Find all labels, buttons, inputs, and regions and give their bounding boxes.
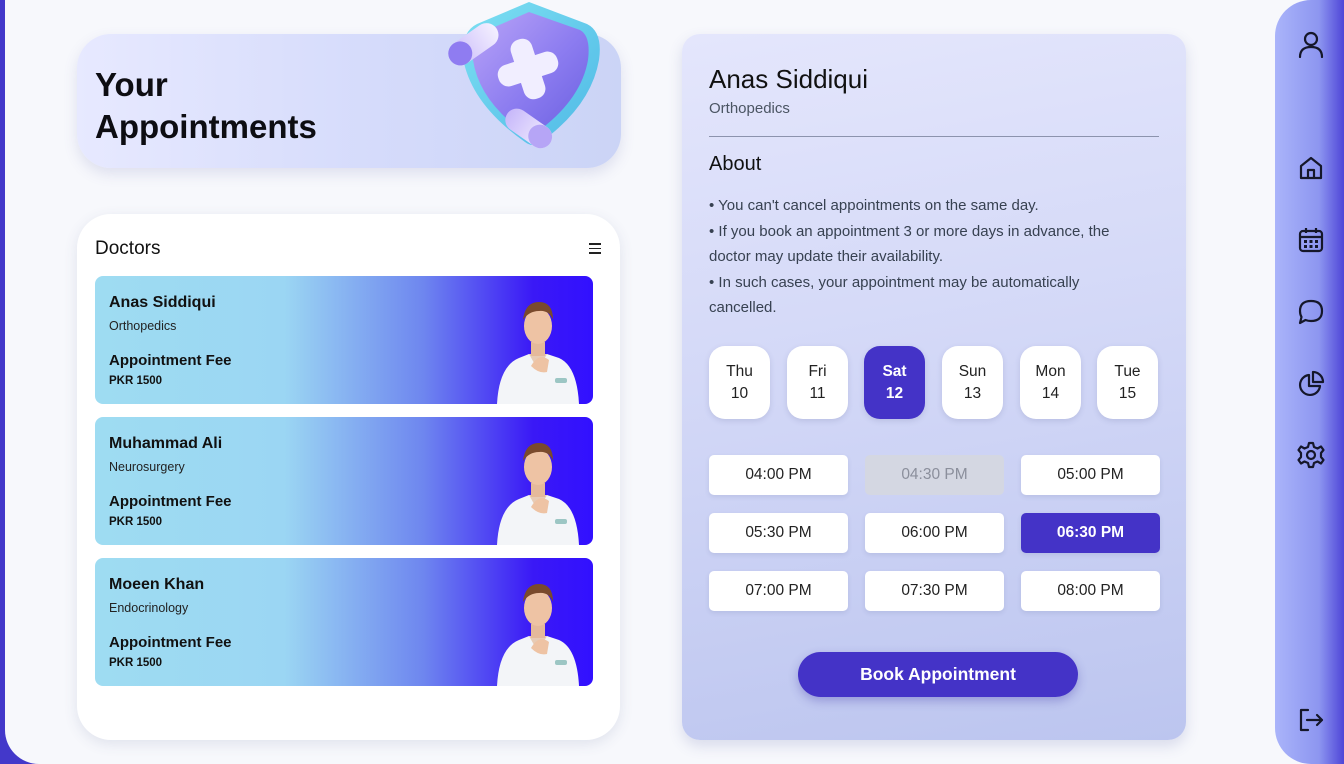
divider	[709, 136, 1159, 137]
settings-icon[interactable]	[1297, 441, 1325, 469]
about-heading: About	[709, 153, 762, 175]
date-option-tue[interactable]: Tue 15	[1097, 346, 1158, 419]
date-option-mon[interactable]: Mon 14	[1020, 346, 1081, 419]
doctor-photo	[497, 302, 579, 404]
page-title-line-1: Your	[95, 66, 168, 103]
time-slot[interactable]: 05:00 PM	[1021, 455, 1160, 495]
doctor-specialty: Orthopedics	[109, 319, 177, 333]
date-day: Sun	[958, 363, 987, 380]
fee-value: PKR 1500	[109, 657, 163, 669]
date-option-sun[interactable]: Sun 13	[942, 346, 1003, 419]
calendar-icon[interactable]	[1297, 226, 1325, 254]
time-slot[interactable]: 07:00 PM	[709, 571, 848, 611]
fee-value: PKR 1500	[109, 516, 163, 528]
doctor-specialty: Endocrinology	[109, 601, 189, 615]
time-slot-unavailable[interactable]: 04:30 PM	[865, 455, 1004, 495]
date-day: Thu	[726, 363, 753, 380]
date-number: 10	[730, 385, 749, 402]
about-line: • If you book an appointment 3 or more d…	[709, 222, 1110, 266]
book-appointment-button[interactable]: Book Appointment	[798, 652, 1078, 697]
user-icon[interactable]	[1297, 30, 1325, 58]
page-title: Your Appointments	[95, 64, 395, 148]
doctor-card[interactable]: Moeen Khan Endocrinology Appointment Fee…	[95, 558, 593, 686]
doctor-photo	[497, 584, 579, 686]
doctor-name: Anas Siddiqui	[109, 294, 216, 311]
date-option-sat[interactable]: Sat 12	[864, 346, 925, 419]
doctor-card[interactable]: Anas Siddiqui Orthopedics Appointment Fe…	[95, 276, 593, 404]
date-number: 14	[1041, 385, 1060, 402]
fee-label: Appointment Fee	[109, 352, 232, 369]
doctor-detail-panel: Anas Siddiqui Orthopedics About • You ca…	[682, 34, 1186, 740]
fee-value: PKR 1500	[109, 375, 163, 387]
about-line: • In such cases, your appointment may be…	[709, 273, 1080, 317]
time-slot[interactable]: 08:00 PM	[1021, 571, 1160, 611]
date-day: Sat	[882, 363, 907, 380]
date-picker: Thu 10 Fri 11 Sat 12 Sun 13 Mon 14 Tue 1…	[709, 346, 1161, 419]
date-option-fri[interactable]: Fri 11	[787, 346, 848, 419]
time-slot[interactable]: 04:00 PM	[709, 455, 848, 495]
fee-label: Appointment Fee	[109, 493, 232, 510]
selected-doctor-name: Anas Siddiqui	[709, 64, 868, 94]
logout-icon[interactable]	[1297, 706, 1325, 734]
chat-icon[interactable]	[1297, 298, 1325, 326]
selected-doctor-specialty: Orthopedics	[709, 100, 790, 117]
date-number: 13	[963, 385, 982, 402]
time-slot[interactable]: 07:30 PM	[865, 571, 1004, 611]
doctor-photo	[497, 443, 579, 545]
right-sidebar	[1275, 0, 1344, 764]
doctor-name: Muhammad Ali	[109, 435, 223, 452]
date-day: Tue	[1114, 363, 1141, 380]
time-slot-selected[interactable]: 06:30 PM	[1021, 513, 1160, 553]
about-text: • You can't cancel appointments on the s…	[709, 193, 1149, 321]
doctor-card[interactable]: Muhammad Ali Neurosurgery Appointment Fe…	[95, 417, 593, 545]
date-number: 15	[1118, 385, 1137, 402]
fee-label: Appointment Fee	[109, 634, 232, 651]
doctors-panel: Doctors Anas Siddiqui Orthopedics Appoin…	[77, 214, 620, 740]
time-slot[interactable]: 05:30 PM	[709, 513, 848, 553]
date-day: Fri	[808, 363, 827, 380]
doctors-panel-title: Doctors	[95, 238, 161, 259]
doctor-name: Moeen Khan	[109, 576, 205, 593]
date-number: 12	[885, 385, 904, 402]
appointments-header-card: Your Appointments	[77, 2, 621, 168]
date-day: Mon	[1035, 363, 1066, 380]
page-title-line-2: Appointments	[95, 108, 317, 145]
time-slot-grid: 04:00 PM 04:30 PM 05:00 PM 05:30 PM 06:0…	[709, 455, 1161, 615]
date-number: 11	[809, 385, 826, 402]
app-window: Your Appointments Doctors Anas Siddiqui …	[5, 0, 1344, 764]
about-line: • You can't cancel appointments on the s…	[709, 197, 1039, 214]
doctor-specialty: Neurosurgery	[109, 460, 185, 474]
home-icon[interactable]	[1297, 154, 1325, 182]
menu-icon[interactable]	[589, 243, 601, 254]
medical-shield-illustration	[448, 2, 600, 149]
pie-chart-icon[interactable]	[1297, 370, 1325, 398]
date-option-thu[interactable]: Thu 10	[709, 346, 770, 419]
time-slot[interactable]: 06:00 PM	[865, 513, 1004, 553]
